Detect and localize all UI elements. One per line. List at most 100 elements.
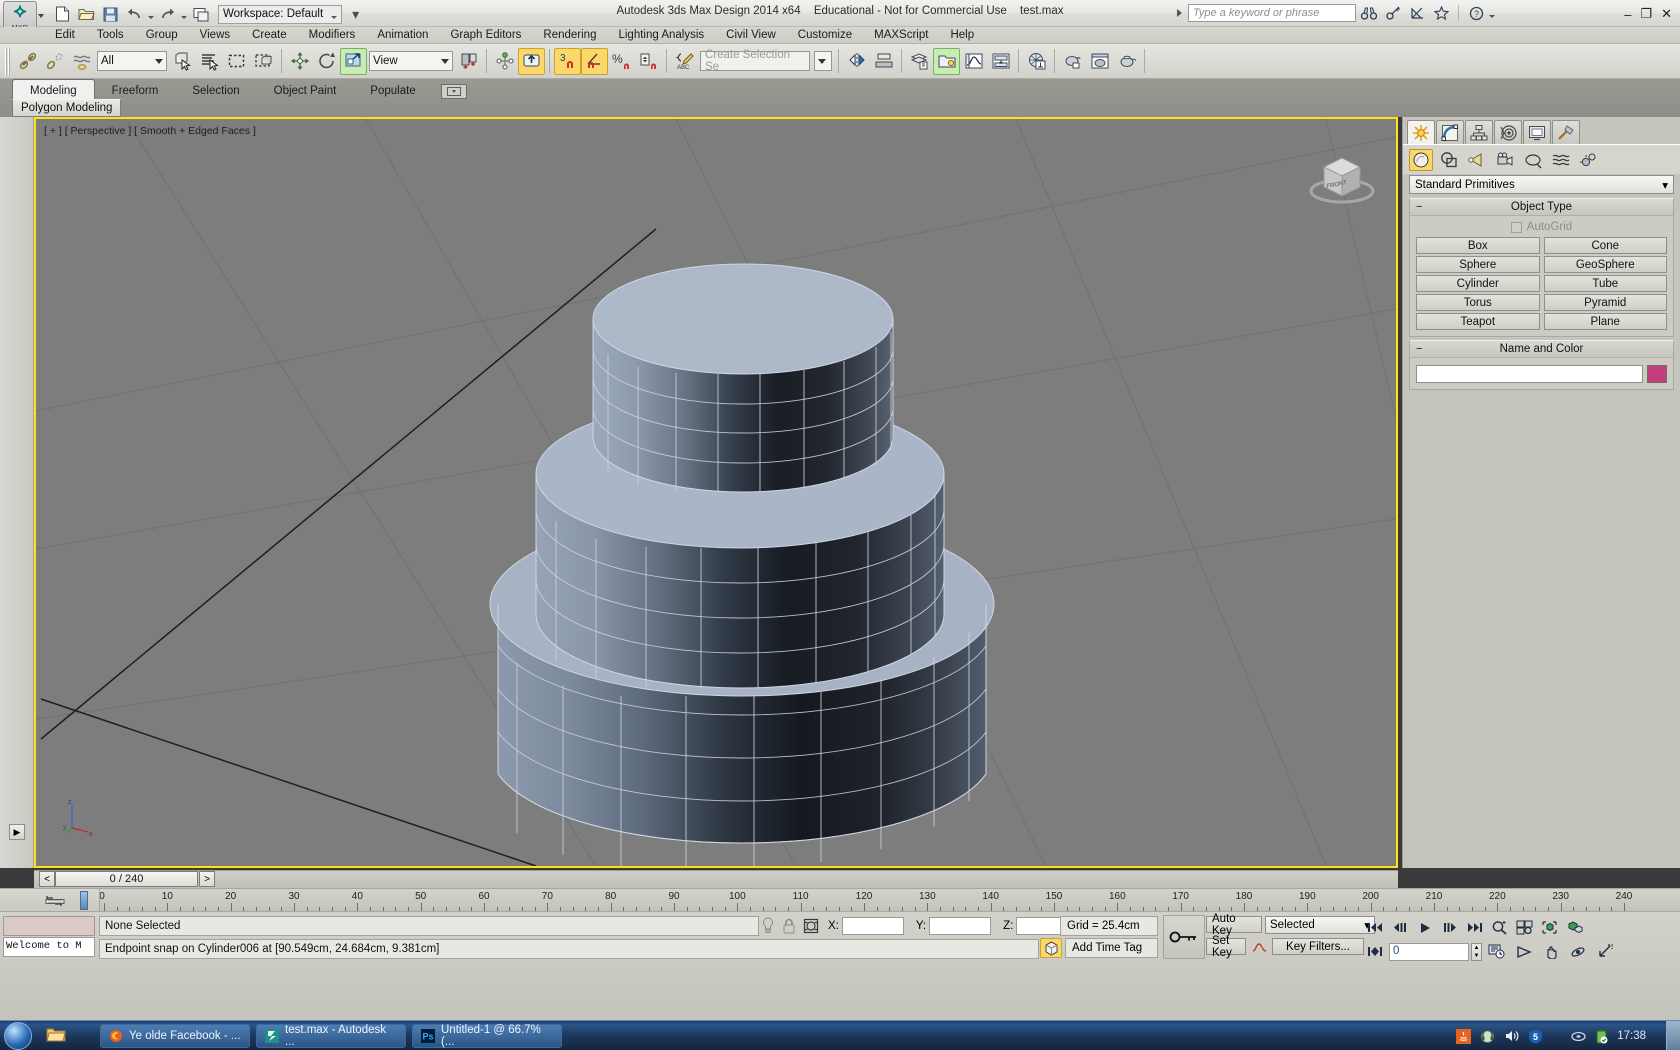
select-and-scale-icon[interactable] (340, 47, 367, 75)
rollout-header-name-and-color[interactable]: − Name and Color (1410, 341, 1673, 358)
collapse-icon[interactable]: − (1416, 201, 1422, 213)
menu-item-modifiers[interactable]: Modifiers (298, 28, 367, 42)
maxscript-listener-output[interactable] (3, 916, 95, 936)
reference-coordinate-combo[interactable]: View (369, 51, 453, 71)
orbit-icon[interactable] (1565, 940, 1590, 963)
taskbar-item-max[interactable]: test.max - Autodesk ... (256, 1024, 406, 1048)
cameras-icon[interactable] (1493, 149, 1517, 171)
help-icon[interactable]: ? (1465, 3, 1487, 23)
frame-spinner[interactable]: ▲ ▼ (1471, 942, 1482, 961)
menu-item-help[interactable]: Help (939, 28, 985, 42)
select-link-icon[interactable] (14, 48, 41, 75)
lights-icon[interactable] (1465, 149, 1489, 171)
rect-selection-region-icon[interactable] (223, 48, 250, 75)
object-button-pyramid[interactable]: Pyramid (1543, 294, 1667, 311)
menu-item-maxscript[interactable]: MAXScript (863, 28, 939, 42)
view-cube[interactable]: FRONT (1306, 141, 1376, 205)
menu-item-edit[interactable]: Edit (44, 28, 86, 42)
zoom-extents-all-icon[interactable] (1562, 916, 1587, 939)
time-slider-handle[interactable]: 0 / 240 (55, 871, 198, 887)
menu-item-graph-editors[interactable]: Graph Editors (439, 28, 532, 42)
current-frame-field[interactable]: 0 (1389, 942, 1469, 961)
key-mode-icon[interactable] (1362, 940, 1387, 963)
mirror-icon[interactable] (843, 48, 870, 75)
zoom-all-icon[interactable] (1512, 916, 1537, 939)
object-button-box[interactable]: Box (1416, 237, 1540, 254)
object-button-teapot[interactable]: Teapot (1416, 313, 1540, 330)
autogrid-checkbox[interactable] (1510, 221, 1522, 233)
auto-key-button[interactable]: Auto Key (1206, 913, 1262, 937)
systems-icon[interactable] (1577, 149, 1601, 171)
infocenter-expand-icon[interactable] (1177, 9, 1182, 17)
snaps-toggle-icon[interactable] (518, 47, 545, 75)
select-and-manipulate-icon[interactable] (491, 48, 518, 75)
isolate-selection-icon[interactable] (760, 917, 776, 935)
lock-selection-icon[interactable] (782, 917, 796, 935)
add-time-tag[interactable]: Add Time Tag (1065, 938, 1158, 958)
layer-manager-icon[interactable] (906, 48, 933, 75)
explorer-icon[interactable] (46, 1026, 66, 1046)
align-icon[interactable] (870, 48, 897, 75)
security-icon[interactable]: 5 (1528, 1029, 1543, 1044)
menu-item-group[interactable]: Group (135, 28, 189, 42)
next-frame-icon[interactable] (1437, 916, 1462, 939)
spinner-snap-icon[interactable] (635, 48, 662, 75)
object-button-torus[interactable]: Torus (1416, 294, 1540, 311)
x-field[interactable] (841, 917, 904, 935)
key-icon[interactable] (1382, 3, 1404, 23)
search-input[interactable]: Type a keyword or phrase (1188, 4, 1356, 22)
maxscript-listener-input[interactable]: Welcome to M (3, 937, 95, 957)
object-button-cone[interactable]: Cone (1543, 237, 1667, 254)
set-key-button[interactable]: Set Key (1206, 935, 1246, 959)
satellite-icon[interactable] (1406, 3, 1428, 23)
geometry-icon[interactable] (1409, 149, 1433, 171)
shapes-icon[interactable] (1437, 149, 1461, 171)
next-frame-arrow[interactable]: > (199, 871, 215, 887)
hierarchy-tab[interactable] (1465, 120, 1493, 144)
field-of-view-icon[interactable] (1511, 940, 1536, 963)
zoom-icon[interactable] (1487, 916, 1512, 939)
menu-item-customize[interactable]: Customize (787, 28, 863, 42)
select-by-name-icon[interactable] (196, 48, 223, 75)
ribbon-tab-modeling[interactable]: Modeling (12, 79, 95, 100)
play-icon[interactable] (1412, 916, 1437, 939)
viewport-canvas[interactable]: [ + ] [ Perspective ] [ Smooth + Edged F… (36, 119, 1396, 866)
rendered-frame-icon[interactable] (1086, 48, 1113, 75)
pan-icon[interactable] (1538, 940, 1563, 963)
material-editor-icon[interactable] (1059, 48, 1086, 75)
key-mode-toggle-icon[interactable] (1163, 915, 1205, 959)
object-button-plane[interactable]: Plane (1543, 313, 1667, 330)
autogrid-row[interactable]: AutoGrid (1416, 220, 1667, 237)
space-warps-icon[interactable] (1549, 149, 1573, 171)
object-name-input[interactable] (1416, 365, 1643, 383)
ribbon-tab-freeform[interactable]: Freeform (95, 81, 176, 100)
snap-3d-icon[interactable]: 3 (554, 47, 581, 75)
ribbon-tab-populate[interactable]: Populate (353, 81, 432, 100)
menu-item-create[interactable]: Create (241, 28, 298, 42)
time-configuration-icon[interactable] (1484, 940, 1509, 963)
adaptive-degradation-icon[interactable] (1040, 938, 1062, 958)
modify-tab[interactable] (1436, 120, 1464, 144)
toolbar-grip[interactable] (5, 47, 11, 75)
menu-item-rendering[interactable]: Rendering (532, 28, 607, 42)
menu-item-animation[interactable]: Animation (366, 28, 439, 42)
ribbon-tab-object-paint[interactable]: Object Paint (257, 81, 354, 100)
utilities-tab[interactable] (1552, 120, 1580, 144)
battery-icon[interactable] (1595, 1029, 1608, 1044)
start-orb-icon[interactable] (4, 1022, 32, 1050)
zoom-extents-icon[interactable] (1537, 916, 1562, 939)
percent-snap-icon[interactable]: % (608, 48, 635, 75)
select-and-move-icon[interactable] (286, 48, 313, 75)
taskbar-item-firefox[interactable]: Ye olde Facebook - ... (100, 1024, 250, 1048)
time-slider-track[interactable] (34, 870, 1398, 888)
frame-indicator[interactable] (80, 891, 88, 910)
key-filters-button[interactable]: Key Filters... (1272, 938, 1364, 955)
render-setup-icon[interactable] (1023, 48, 1050, 75)
maximize-viewport-icon[interactable] (1592, 940, 1617, 963)
object-button-geosphere[interactable]: GeoSphere (1543, 256, 1667, 273)
volume-icon[interactable] (1504, 1029, 1519, 1043)
named-selection-set-input[interactable]: Create Selection Se (700, 49, 810, 73)
helpers-icon[interactable] (1521, 149, 1545, 171)
unlink-icon[interactable] (41, 48, 68, 75)
help-caret-icon[interactable] (1489, 14, 1495, 18)
